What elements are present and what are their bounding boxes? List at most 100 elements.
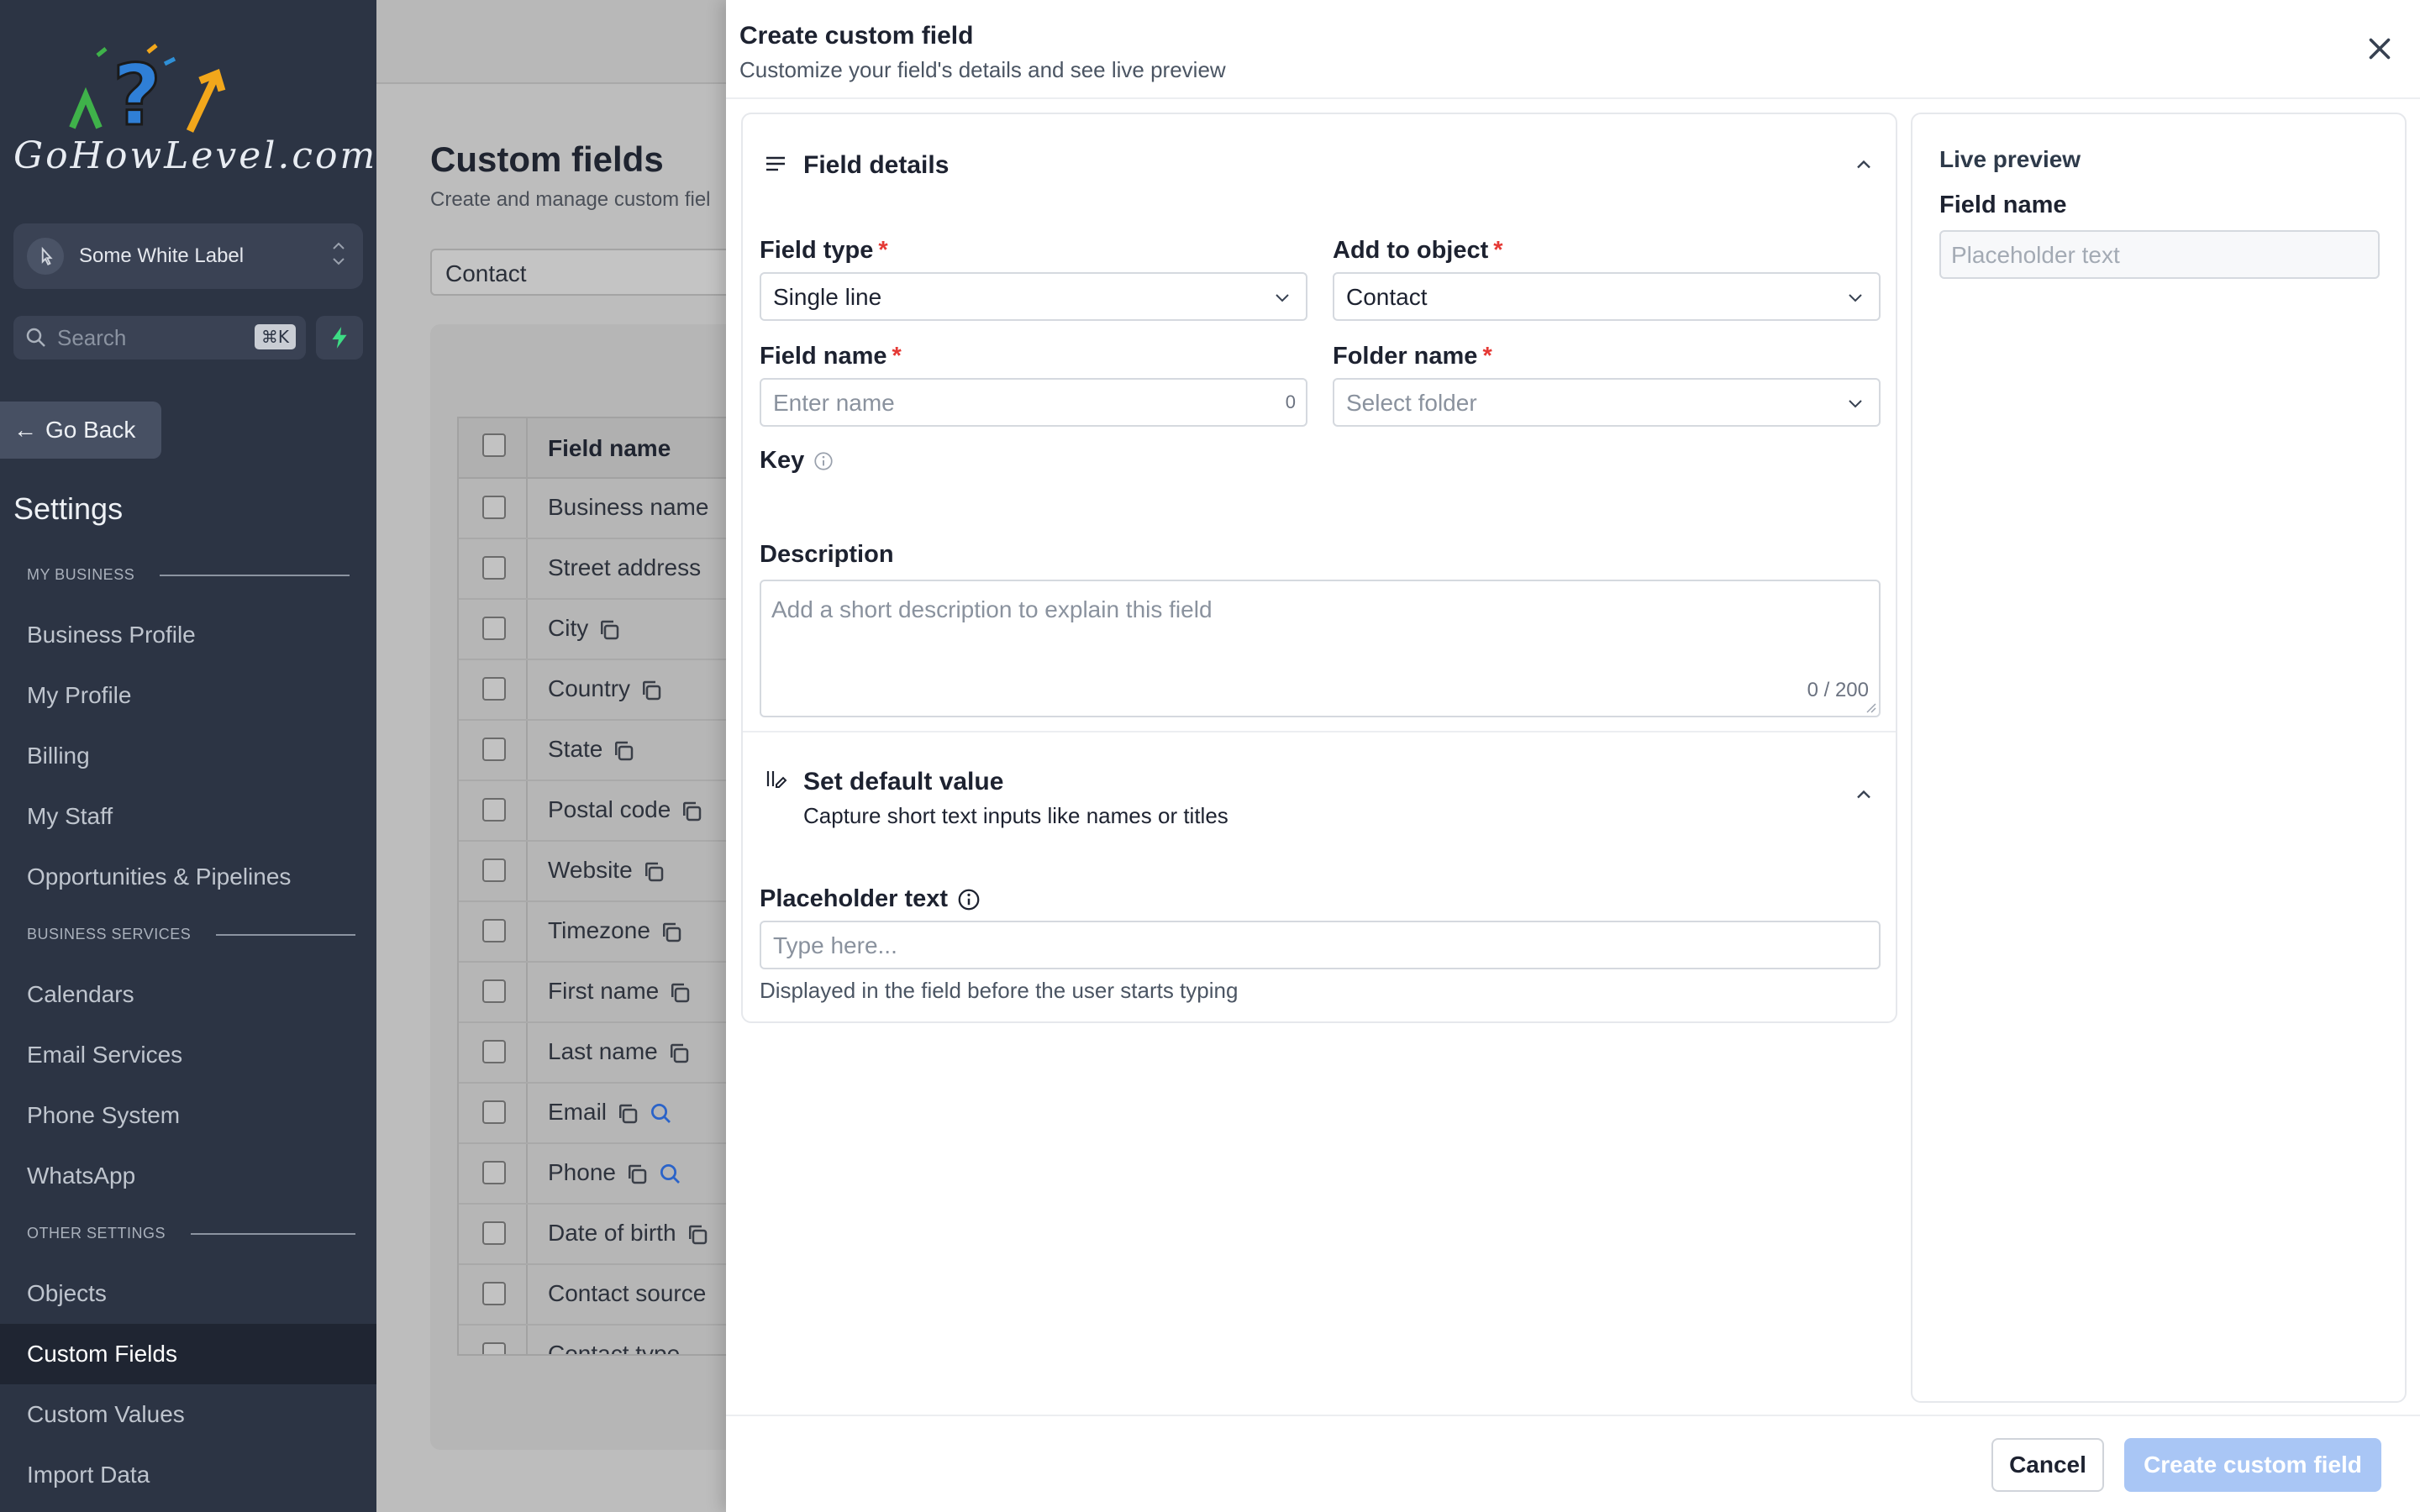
sidebar-item-calendars[interactable]: Calendars bbox=[27, 981, 134, 1008]
default-value-subtitle: Capture short text inputs like names or … bbox=[803, 803, 1228, 828]
row-checkbox[interactable] bbox=[482, 798, 506, 822]
table-row[interactable]: State bbox=[459, 721, 760, 781]
field-name-cell: Date of birth bbox=[548, 1220, 676, 1246]
table-row[interactable]: Business name bbox=[459, 479, 760, 539]
placeholder-text-input[interactable]: Type here... bbox=[760, 921, 1881, 969]
chevron-up-icon[interactable] bbox=[1852, 153, 1876, 176]
copy-icon[interactable] bbox=[624, 1162, 650, 1187]
row-checkbox[interactable] bbox=[482, 979, 506, 1003]
sidebar-item-opportunities[interactable]: Opportunities & Pipelines bbox=[27, 864, 291, 890]
table-row[interactable]: Postal code bbox=[459, 781, 760, 842]
field-name-cell: Country bbox=[548, 675, 631, 701]
copy-icon[interactable] bbox=[611, 738, 636, 764]
add-to-object-value: Contact bbox=[1346, 284, 1428, 310]
row-checkbox[interactable] bbox=[482, 556, 506, 580]
copy-icon[interactable] bbox=[597, 617, 622, 643]
search-icon[interactable] bbox=[649, 1101, 674, 1126]
sidebar-item-my-staff[interactable]: My Staff bbox=[27, 803, 113, 830]
table-row[interactable]: Street address bbox=[459, 539, 760, 600]
cancel-button[interactable]: Cancel bbox=[1991, 1438, 2104, 1492]
row-checkbox[interactable] bbox=[482, 1342, 506, 1354]
table-row[interactable]: Country bbox=[459, 660, 760, 721]
table-row[interactable]: Contact type bbox=[459, 1326, 760, 1354]
lines-icon bbox=[766, 156, 785, 171]
resize-handle-icon[interactable] bbox=[1865, 702, 1877, 714]
description-textarea[interactable]: Add a short description to explain this … bbox=[760, 580, 1881, 717]
copy-icon[interactable] bbox=[667, 980, 692, 1005]
drawer-subtitle: Customize your field's details and see l… bbox=[739, 57, 1226, 82]
settings-title: Settings bbox=[13, 491, 124, 526]
object-select[interactable]: Contact bbox=[430, 249, 750, 296]
column-header-field-name: Field name bbox=[548, 435, 671, 461]
row-checkbox[interactable] bbox=[482, 1100, 506, 1124]
preview-input: Placeholder text bbox=[1939, 230, 2380, 279]
field-details-title: Field details bbox=[803, 151, 950, 179]
field-name-input[interactable]: Enter name 0 bbox=[760, 378, 1307, 427]
search-icon[interactable] bbox=[658, 1162, 683, 1187]
table-row[interactable]: Last name bbox=[459, 1023, 760, 1084]
field-name-cell: Website bbox=[548, 857, 633, 883]
row-checkbox[interactable] bbox=[482, 738, 506, 761]
field-type-select[interactable]: Single line bbox=[760, 272, 1307, 321]
row-checkbox[interactable] bbox=[482, 858, 506, 882]
sidebar-item-phone-system[interactable]: Phone System bbox=[27, 1102, 180, 1129]
placeholder-text-label: Placeholder text bbox=[760, 885, 981, 913]
sidebar: ? GoHowLevel.com Some White Label Search… bbox=[0, 0, 376, 1512]
table-row[interactable]: First name bbox=[459, 963, 760, 1023]
sidebar-item-business-profile[interactable]: Business Profile bbox=[27, 622, 196, 648]
table-row[interactable]: Timezone bbox=[459, 902, 760, 963]
sidebar-item-my-profile[interactable]: My Profile bbox=[27, 682, 131, 709]
row-checkbox[interactable] bbox=[482, 1161, 506, 1184]
placeholder-help-text: Displayed in the field before the user s… bbox=[760, 978, 1239, 1003]
row-checkbox[interactable] bbox=[482, 1282, 506, 1305]
add-to-object-select[interactable]: Contact bbox=[1333, 272, 1881, 321]
sidebar-item-import-data[interactable]: Import Data bbox=[27, 1462, 150, 1488]
create-custom-field-button[interactable]: Create custom field bbox=[2124, 1438, 2381, 1492]
field-name-cell: Timezone bbox=[548, 917, 650, 943]
table-row[interactable]: City bbox=[459, 600, 760, 660]
select-all-checkbox[interactable] bbox=[482, 433, 506, 457]
field-name-cell: Street address bbox=[548, 554, 702, 580]
preview-placeholder: Placeholder text bbox=[1951, 242, 2120, 268]
sidebar-item-billing[interactable]: Billing bbox=[27, 743, 90, 769]
copy-icon[interactable] bbox=[679, 799, 704, 824]
sidebar-item-custom-fields[interactable]: Custom Fields bbox=[27, 1341, 177, 1368]
row-checkbox[interactable] bbox=[482, 1040, 506, 1063]
info-icon[interactable] bbox=[956, 887, 981, 912]
section-other-settings: OTHER SETTINGS bbox=[27, 1225, 356, 1242]
close-icon[interactable] bbox=[2365, 34, 2395, 64]
brand-logo[interactable]: ? GoHowLevel.com bbox=[13, 44, 375, 186]
logo-mark-icon: ? bbox=[69, 44, 226, 146]
field-name-cell: Phone bbox=[548, 1159, 616, 1185]
table-row[interactable]: Email bbox=[459, 1084, 760, 1144]
quick-action-button[interactable] bbox=[316, 316, 363, 360]
row-checkbox[interactable] bbox=[482, 496, 506, 519]
copy-icon[interactable] bbox=[666, 1041, 692, 1066]
table-row[interactable]: Contact source bbox=[459, 1265, 760, 1326]
row-checkbox[interactable] bbox=[482, 677, 506, 701]
row-checkbox[interactable] bbox=[482, 617, 506, 640]
copy-icon[interactable] bbox=[685, 1222, 710, 1247]
table-row[interactable]: Phone bbox=[459, 1144, 760, 1205]
sidebar-item-email-services[interactable]: Email Services bbox=[27, 1042, 182, 1068]
sidebar-search-input[interactable]: Search ⌘K bbox=[13, 316, 306, 360]
description-placeholder: Add a short description to explain this … bbox=[771, 596, 1213, 622]
sidebar-item-whatsapp[interactable]: WhatsApp bbox=[27, 1163, 135, 1189]
folder-name-select[interactable]: Select folder bbox=[1333, 378, 1881, 427]
copy-icon[interactable] bbox=[641, 859, 666, 885]
row-checkbox[interactable] bbox=[482, 1221, 506, 1245]
copy-icon[interactable] bbox=[659, 920, 684, 945]
copy-icon[interactable] bbox=[615, 1101, 640, 1126]
copy-icon[interactable] bbox=[639, 678, 664, 703]
account-switcher[interactable]: Some White Label bbox=[13, 223, 363, 289]
drawer-title: Create custom field bbox=[739, 22, 974, 50]
table-row[interactable]: Date of birth bbox=[459, 1205, 760, 1265]
section-label-text: MY BUSINESS bbox=[27, 566, 135, 583]
chevron-up-icon[interactable] bbox=[1852, 783, 1876, 806]
go-back-button[interactable]: ← Go Back bbox=[0, 402, 161, 459]
sidebar-item-custom-values[interactable]: Custom Values bbox=[27, 1401, 185, 1428]
table-row[interactable]: Website bbox=[459, 842, 760, 902]
row-checkbox[interactable] bbox=[482, 919, 506, 942]
info-icon[interactable] bbox=[813, 450, 834, 472]
sidebar-item-objects[interactable]: Objects bbox=[27, 1280, 107, 1307]
